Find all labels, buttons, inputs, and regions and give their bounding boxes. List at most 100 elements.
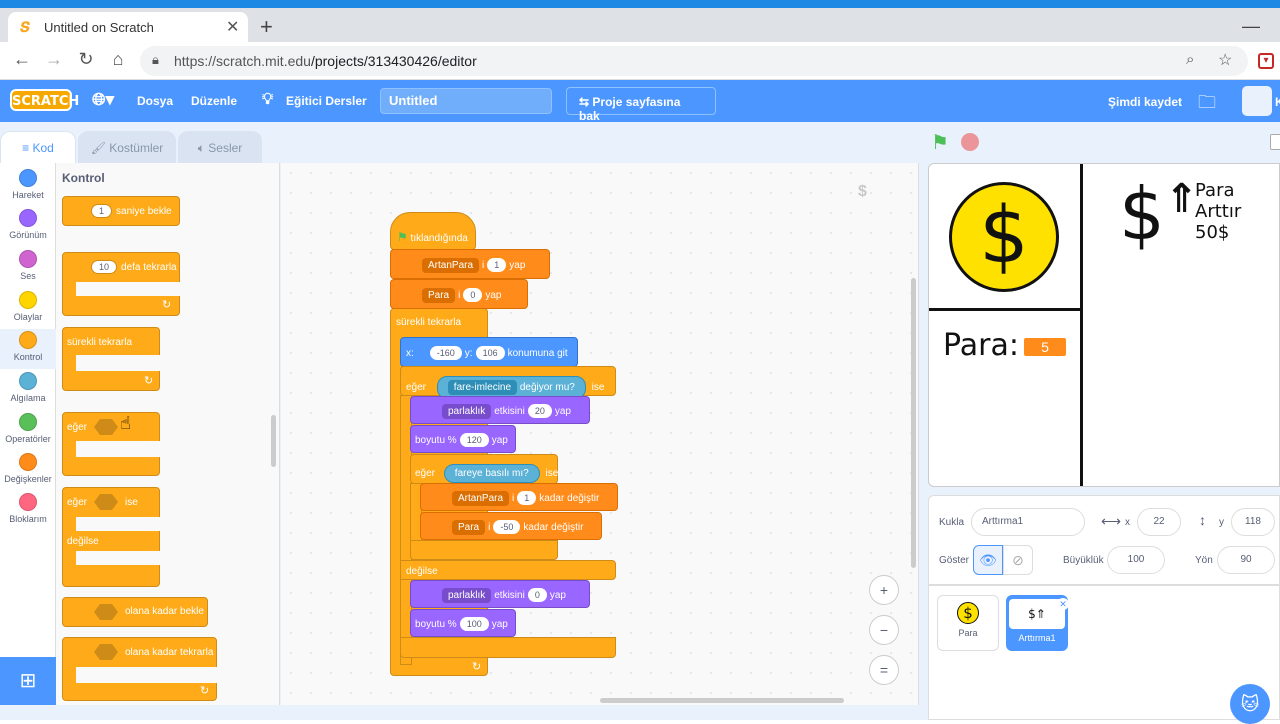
tab-sounds[interactable]: 🔈︎ Sesler <box>178 131 262 163</box>
url-field[interactable]: 🔒︎ https://scratch.mit.edu/projects/3134… <box>140 46 1248 76</box>
x-input[interactable]: -160 <box>429 346 462 360</box>
scratch-logo[interactable]: SCRATCH <box>10 89 79 111</box>
set-effect-block[interactable]: parlaklık etkisini 0 yap <box>410 580 590 608</box>
change-variable-block[interactable]: Para i -50 kadar değiştir <box>420 512 602 540</box>
reload-icon[interactable]: ↻ <box>74 49 98 70</box>
if-else-block[interactable]: eğer fare-imlecine değiyor mu? ise <box>400 366 616 399</box>
delete-sprite-icon[interactable]: ✕ <box>1057 598 1069 610</box>
tab-close-icon[interactable]: ✕ <box>226 17 239 37</box>
category-sound[interactable]: Ses <box>0 250 56 281</box>
category-control[interactable]: Kontrol <box>0 329 56 369</box>
upgrade-dollar[interactable]: $ <box>1119 172 1165 256</box>
category-sensing[interactable]: Algılama <box>0 372 56 403</box>
palette-scrollbar[interactable] <box>271 415 276 467</box>
home-icon[interactable]: ⌂ <box>106 49 130 70</box>
tab-costumes[interactable]: 🖌︎ Kostümler <box>78 131 176 163</box>
zoom-in-button[interactable]: + <box>869 575 899 605</box>
change-variable-block[interactable]: ArtanPara i 1 kadar değiştir <box>420 483 618 511</box>
if-then-block[interactable]: eğer fareye basılı mı? ise <box>410 454 558 484</box>
stage-size-icon[interactable] <box>1270 134 1280 150</box>
choose-sprite-button[interactable]: 🐱︎ <box>1230 684 1270 724</box>
set-variable-block[interactable]: Para i 0 yap <box>390 279 528 309</box>
set-effect-block[interactable]: parlaklık etkisini 20 yap <box>410 396 590 424</box>
goto-xy-block[interactable]: x: -160 y: 106 konumuna git <box>400 337 578 367</box>
category-dot <box>19 209 37 227</box>
new-tab-button[interactable]: + <box>260 16 273 38</box>
effect-input[interactable]: 20 <box>527 404 552 418</box>
back-icon[interactable]: ← <box>10 49 34 70</box>
wait-label: saniye bekle <box>116 206 172 217</box>
size-input[interactable]: 120 <box>459 433 489 447</box>
mouse-down-block[interactable]: fareye basılı mı? <box>443 464 540 483</box>
vertical-scrollbar[interactable] <box>911 278 916 568</box>
y-input[interactable]: 106 <box>475 346 505 360</box>
repeat-input[interactable]: 10 <box>91 260 118 274</box>
size-input[interactable]: 100 <box>459 617 489 631</box>
stage-divider-v <box>1080 164 1083 486</box>
effect-input[interactable]: 0 <box>527 588 547 602</box>
effect-dropdown[interactable]: parlaklık <box>442 588 492 603</box>
globe-icon[interactable]: 🌐︎▾ <box>92 90 114 110</box>
zoom-out-button[interactable]: − <box>869 615 899 645</box>
category-events[interactable]: Olaylar <box>0 291 56 322</box>
sprite-name-input[interactable]: Arttırma1 <box>971 508 1085 536</box>
category-looks[interactable]: Görünüm <box>0 209 56 240</box>
change-input[interactable]: -50 <box>493 520 521 534</box>
edit-menu[interactable]: Düzenle <box>191 94 237 108</box>
show-hidden-button[interactable]: ⊘ <box>1003 545 1033 575</box>
set-variable-block[interactable]: ArtanPara i 1 yap <box>390 249 550 279</box>
search-icon[interactable]: ⌕ <box>1186 51 1194 68</box>
wait-block[interactable]: 1 saniye bekle <box>62 196 180 226</box>
direction-input[interactable]: 90 <box>1217 546 1275 574</box>
category-operators[interactable]: Operatörler <box>0 413 56 444</box>
effect-label: etkisini <box>494 406 525 417</box>
category-label: Algılama <box>10 393 46 403</box>
zoom-reset-button[interactable]: = <box>869 655 899 685</box>
value-input[interactable]: 0 <box>463 288 483 302</box>
green-flag-icon[interactable]: ⚑ <box>931 130 949 155</box>
extension-icon[interactable]: ▾ <box>1258 53 1274 69</box>
file-menu[interactable]: Dosya <box>137 94 173 108</box>
x-input[interactable]: 22 <box>1137 508 1181 536</box>
minimize-button[interactable]: — <box>1242 16 1260 37</box>
browser-tab[interactable]: 𝑺 Untitled on Scratch ✕ <box>8 12 248 42</box>
wait-input[interactable]: 1 <box>91 204 113 218</box>
horizontal-scrollbar[interactable] <box>600 698 844 703</box>
wait-until-block[interactable]: olana kadar bekle <box>62 597 208 627</box>
tab-code[interactable]: ≡ Kod <box>0 131 76 163</box>
tab-code-label: Kod <box>32 141 54 155</box>
avatar[interactable] <box>1242 86 1272 116</box>
add-extension-button[interactable]: ⊞ <box>0 657 56 705</box>
see-project-page-button[interactable]: ⇆ Proje sayfasına bak <box>566 87 716 123</box>
sprite-thumb-para[interactable]: $ Para <box>937 595 999 651</box>
variable-dropdown[interactable]: ArtanPara <box>422 258 480 273</box>
star-icon[interactable]: ☆ <box>1218 50 1232 70</box>
stop-icon[interactable] <box>961 133 979 151</box>
when-flag-clicked-block[interactable]: ⚑ tıklandığında <box>390 212 476 250</box>
touching-dropdown[interactable]: fare-imlecine <box>447 380 518 395</box>
sprite-thumb-arttirma1[interactable]: $⇑ Arttırma1 ✕ <box>1006 595 1069 651</box>
category-motion[interactable]: Hareket <box>0 169 56 200</box>
value-input[interactable]: 1 <box>487 258 507 272</box>
tutorials-menu[interactable]: Eğitici Dersler <box>286 94 367 108</box>
variable-dropdown[interactable]: ArtanPara <box>452 491 510 506</box>
stage[interactable]: $ Para: 5 $ ⇑ Para Arttır 50$ <box>928 163 1280 487</box>
script-area[interactable] <box>281 163 919 705</box>
size-input[interactable]: 100 <box>1107 546 1165 574</box>
y-input[interactable]: 118 <box>1231 508 1275 536</box>
effect-dropdown[interactable]: parlaklık <box>442 404 492 419</box>
variable-dropdown[interactable]: Para <box>422 288 456 303</box>
my-stuff-folder-icon[interactable]: 🗀 <box>1198 90 1216 120</box>
coin-sprite[interactable]: $ <box>949 182 1059 292</box>
variable-dropdown[interactable]: Para <box>452 520 486 535</box>
forward-icon[interactable]: → <box>42 49 66 70</box>
change-input[interactable]: 1 <box>517 491 537 505</box>
project-title-input[interactable]: Untitled <box>380 88 552 114</box>
user-initial[interactable]: K <box>1275 95 1280 109</box>
category-variables[interactable]: Değişkenler <box>0 453 56 484</box>
set-size-block[interactable]: boyutu % 100 yap <box>410 609 516 637</box>
category-myblocks[interactable]: Bloklarım <box>0 493 56 524</box>
save-now-button[interactable]: Şimdi kaydet <box>1108 95 1182 109</box>
show-visible-button[interactable]: 👁︎ <box>973 545 1003 575</box>
set-size-block[interactable]: boyutu % 120 yap <box>410 425 516 453</box>
